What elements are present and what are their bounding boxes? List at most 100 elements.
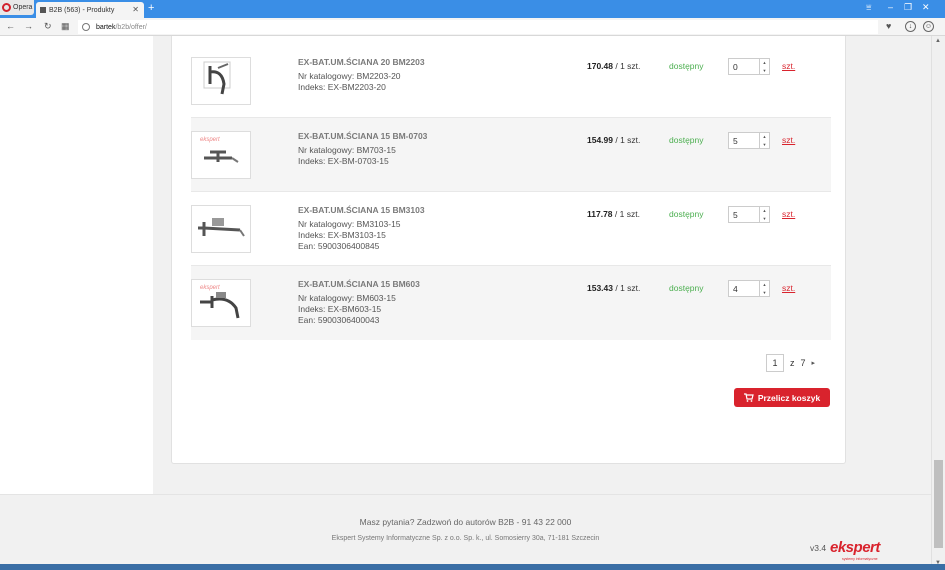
product-image[interactable] [191,205,251,253]
product-index: Indeks: EX-BM603-15 [298,304,382,314]
maximize-icon[interactable]: ❐ [904,2,912,13]
reload-icon[interactable]: ↻ [44,21,52,32]
stepper-up-icon[interactable]: ▲ [763,60,767,65]
os-taskbar [0,564,945,570]
back-icon[interactable]: ← [6,21,15,31]
cart-icon [743,393,754,402]
footer: Masz pytania? Zadzwoń do autorów B2B - 9… [0,494,931,570]
product-row: ekspert EX-BAT.UM.ŚCIANA 15 BM603 Nr kat… [191,266,831,340]
quantity-input[interactable]: 5 ▲ ▼ [728,132,770,149]
product-ean: Ean: 5900306400043 [298,315,380,325]
stepper-up-icon[interactable]: ▲ [763,282,767,287]
stock-status: dostępny [669,283,704,293]
svg-text:ekspert: ekspert [200,285,220,291]
ekspert-logo-tagline: systemy informatyczne [842,557,878,561]
tab-favicon-icon [40,7,46,13]
svg-text:ekspert: ekspert [200,137,220,143]
stock-status: dostępny [669,209,704,219]
scrollbar-thumb[interactable] [934,460,943,548]
product-ean: Ean: 5900306400845 [298,241,380,251]
product-price: 154.99 / 1 szt. [587,135,640,145]
stepper-down-icon[interactable]: ▼ [763,216,767,221]
opera-menu-button[interactable]: Opera [0,0,34,15]
forward-icon[interactable]: → [24,21,33,31]
pagination-of-label: z [790,358,795,368]
product-row: ekspert EX-BAT.UM.ŚCIANA 15 BM-0703 Nr k… [191,118,831,192]
url-input[interactable]: bartek/b2b/offer/ [78,20,878,34]
price-per-unit: / 1 szt. [613,283,641,293]
product-image[interactable]: ekspert [191,279,251,327]
unit-link[interactable]: szt. [782,135,795,145]
stepper-down-icon[interactable]: ▼ [763,68,767,73]
product-row: EX-BAT.UM.ŚCIANA 20 BM2203 Nr katalogowy… [191,44,831,118]
quantity-stepper[interactable]: ▲ ▼ [759,207,769,222]
product-index: Indeks: EX-BM2203-20 [298,82,386,92]
unit-link[interactable]: szt. [782,209,795,219]
product-name[interactable]: EX-BAT.UM.ŚCIANA 20 BM2203 [298,57,425,67]
product-index: Indeks: EX-BM-0703-15 [298,156,389,166]
address-bar: ← → ↻ ▦ bartek/b2b/offer/ ♥ ↓ ☺ [0,18,945,36]
download-icon[interactable]: ↓ [905,21,916,32]
product-price: 117.78 / 1 szt. [587,209,640,219]
product-catalog-no: Nr katalogowy: BM603-15 [298,293,396,303]
app-version: v3.4 [810,543,827,553]
bookmark-heart-icon[interactable]: ♥ [886,21,891,31]
product-price: 153.43 / 1 szt. [587,283,640,293]
product-row: EX-BAT.UM.ŚCIANA 15 BM3103 Nr katalogowy… [191,192,831,266]
pagination: 1 z 7 ▸ [766,354,815,372]
opera-menu-label: Opera [13,4,33,11]
stepper-down-icon[interactable]: ▼ [763,290,767,295]
unit-link[interactable]: szt. [782,61,795,71]
minimize-icon[interactable]: – [888,2,893,12]
product-price: 170.48 / 1 szt. [587,61,640,71]
tabs-menu-icon[interactable]: ⩸ [866,2,871,13]
page-scrollbar[interactable]: ▲ ▼ [931,36,945,570]
product-catalog-no: Nr katalogowy: BM3103-15 [298,219,401,229]
speed-dial-icon[interactable]: ▦ [61,21,70,32]
quantity-stepper[interactable]: ▲ ▼ [759,133,769,148]
recalculate-cart-button[interactable]: Przelicz koszyk [734,388,830,407]
price-value: 170.48 [587,61,613,71]
next-page-icon[interactable]: ▸ [812,359,816,367]
current-page-input[interactable]: 1 [766,354,784,372]
product-catalog-no: Nr katalogowy: BM703-15 [298,145,396,155]
product-image[interactable] [191,57,251,105]
browser-tab[interactable]: B2B (563) - Produkty ✕ [36,2,144,18]
page-info-icon[interactable] [82,23,90,31]
account-icon[interactable]: ☺ [923,21,934,32]
product-name[interactable]: EX-BAT.UM.ŚCIANA 15 BM-0703 [298,131,427,141]
close-window-icon[interactable]: ✕ [922,2,930,13]
product-name[interactable]: EX-BAT.UM.ŚCIANA 15 BM603 [298,279,420,289]
product-index: Indeks: EX-BM3103-15 [298,230,386,240]
scroll-up-icon[interactable]: ▲ [935,38,941,44]
stepper-up-icon[interactable]: ▲ [763,134,767,139]
tab-close-icon[interactable]: ✕ [132,5,139,14]
tab-title: B2B (563) - Produkty [49,6,115,14]
footer-contact: Masz pytania? Zadzwoń do autorów B2B - 9… [359,517,572,527]
product-image[interactable]: ekspert [191,131,251,179]
quantity-input[interactable]: 5 ▲ ▼ [728,206,770,223]
quantity-input[interactable]: 0 ▲ ▼ [728,58,770,75]
quantity-input[interactable]: 4 ▲ ▼ [728,280,770,297]
stepper-down-icon[interactable]: ▼ [763,142,767,147]
footer-company: Ekspert Systemy Informatyczne Sp. z o.o.… [331,535,600,542]
recalculate-cart-label: Przelicz koszyk [757,392,821,403]
opera-logo-icon [2,3,11,12]
price-per-unit: / 1 szt. [613,135,641,145]
price-per-unit: / 1 szt. [612,209,640,219]
new-tab-icon[interactable]: + [148,2,154,14]
price-value: 154.99 [587,135,613,145]
quantity-value: 5 [733,135,738,146]
stock-status: dostępny [669,135,704,145]
quantity-stepper[interactable]: ▲ ▼ [759,59,769,74]
unit-link[interactable]: szt. [782,283,795,293]
quantity-value: 5 [733,209,738,220]
browser-tab-bar: Opera B2B (563) - Produkty ✕ + ⩸ – ❐ ✕ [0,0,945,18]
ekspert-logo: ekspert [830,539,880,556]
product-list-card: EX-BAT.UM.ŚCIANA 20 BM2203 Nr katalogowy… [171,36,846,464]
quantity-stepper[interactable]: ▲ ▼ [759,281,769,296]
quantity-value: 0 [733,61,738,72]
stepper-up-icon[interactable]: ▲ [763,208,767,213]
url-host: bartek [96,23,116,31]
product-name[interactable]: EX-BAT.UM.ŚCIANA 15 BM3103 [298,205,425,215]
